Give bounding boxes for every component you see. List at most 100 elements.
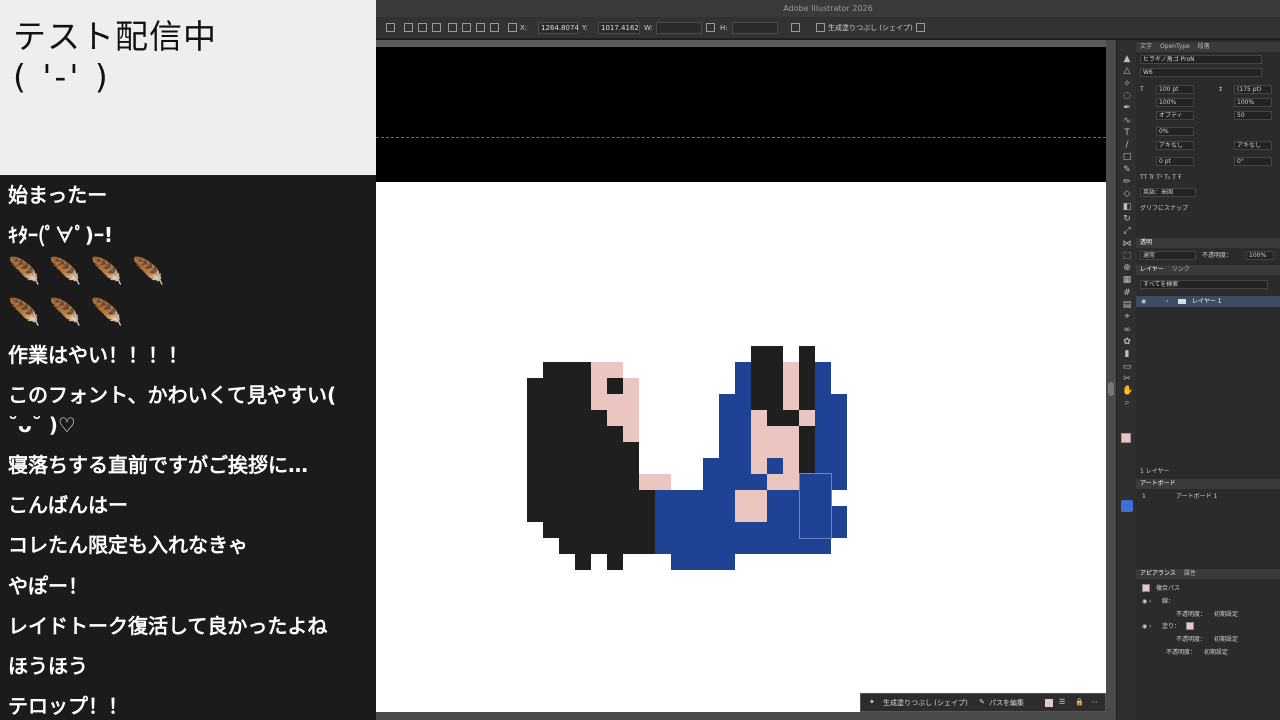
aki-right-field[interactable]: アキなし: [1234, 141, 1272, 150]
symbol-tool-icon[interactable]: ✿: [1122, 337, 1132, 347]
wand-icon[interactable]: [916, 23, 925, 32]
tab-layers[interactable]: レイヤー: [1140, 266, 1164, 273]
paintbrush-tool-icon[interactable]: ✎: [1122, 165, 1132, 175]
h-field[interactable]: [732, 22, 778, 34]
generative-icon[interactable]: [1121, 500, 1133, 512]
hand-tool-icon[interactable]: ✋: [1122, 386, 1133, 396]
blend-mode-select[interactable]: 通常: [1140, 251, 1196, 260]
tab-artboards[interactable]: アートボード: [1140, 480, 1176, 487]
more-icon[interactable]: ⋯: [1091, 698, 1098, 706]
vscale-field[interactable]: 100%: [1156, 98, 1194, 107]
eye-icon[interactable]: ◉: [1141, 296, 1146, 307]
transform-icon[interactable]: [386, 23, 395, 32]
language-select[interactable]: 英語：米国: [1140, 188, 1196, 197]
align-middle-icon[interactable]: [476, 23, 485, 32]
float-generative-fill-button[interactable]: 生成塗りつぶし (シェイプ): [883, 698, 968, 708]
eye-icon[interactable]: ◉ ›: [1142, 623, 1152, 631]
align-bottom-icon[interactable]: [490, 23, 499, 32]
font-family-select[interactable]: ヒラギノ角ゴ ProN: [1140, 55, 1262, 64]
menu-icon[interactable]: ☰: [1059, 698, 1065, 706]
artboard-name[interactable]: アートボード 1: [1176, 493, 1217, 501]
leading-field[interactable]: (175 pt): [1234, 85, 1272, 94]
artboard-tool-icon[interactable]: ▭: [1122, 362, 1132, 372]
fill-swatch[interactable]: [1045, 699, 1053, 707]
align-top-icon[interactable]: [462, 23, 471, 32]
opacity-value[interactable]: 初期設定: [1204, 649, 1228, 657]
tab-attributes[interactable]: 属性: [1184, 570, 1196, 577]
line-tool-icon[interactable]: /: [1122, 140, 1132, 150]
shape-mode-icon[interactable]: [791, 23, 800, 32]
link-icon[interactable]: [706, 23, 715, 32]
curvature-tool-icon[interactable]: ∿: [1122, 116, 1132, 126]
hscale-field[interactable]: 100%: [1234, 98, 1272, 107]
edit-path-icon[interactable]: ✎: [979, 698, 985, 706]
magic-wand-tool-icon[interactable]: ✧: [1122, 79, 1132, 89]
align-hcenter-icon[interactable]: [448, 23, 457, 32]
pixel-art-illustration[interactable]: [511, 346, 847, 570]
y-field[interactable]: 1017.4162: [598, 22, 640, 34]
shaper-tool-icon[interactable]: ◇: [1122, 189, 1132, 199]
free-transform-tool-icon[interactable]: ⬚: [1122, 251, 1132, 261]
scroll-thumb[interactable]: [1108, 382, 1114, 396]
selection-bounding-box[interactable]: [799, 473, 832, 539]
tab-paragraph[interactable]: 段落: [1198, 43, 1210, 50]
type-tool-icon[interactable]: T: [1122, 128, 1132, 138]
generative-fill-icon[interactable]: ✦: [869, 698, 875, 706]
layer-row[interactable]: ◉ › レイヤー 1: [1136, 296, 1280, 307]
eyedropper-tool-icon[interactable]: ⌖: [1122, 312, 1132, 322]
slice-tool-icon[interactable]: ✂: [1122, 374, 1132, 384]
baseline-field[interactable]: 0 pt: [1156, 157, 1194, 166]
width-tool-icon[interactable]: ⋈: [1122, 239, 1132, 249]
horizontal-scrollbar[interactable]: [376, 712, 1116, 720]
edit-path-button[interactable]: パスを編集: [989, 698, 1024, 708]
aki-left-field[interactable]: アキなし: [1156, 141, 1194, 150]
eye-icon[interactable]: ◉ ›: [1142, 598, 1152, 606]
lock-icon[interactable]: 🔒: [1075, 698, 1084, 706]
scale-tool-icon[interactable]: ⤢: [1122, 226, 1132, 236]
canvas-area[interactable]: ✦ 生成塗りつぶし (シェイプ) ✎ パスを編集 ☰ 🔒 ⋯: [376, 40, 1116, 720]
rectangle-tool-icon[interactable]: □: [1122, 152, 1132, 162]
x-field[interactable]: 1264.8074: [538, 22, 579, 34]
reference-point-icon[interactable]: [508, 23, 517, 32]
zoom-tool-icon[interactable]: ⌕: [1122, 398, 1132, 408]
layer-name[interactable]: レイヤー 1: [1192, 296, 1222, 307]
graph-tool-icon[interactable]: ▮: [1122, 349, 1132, 359]
perspective-tool-icon[interactable]: ▦: [1122, 275, 1132, 285]
generative-fill-icon[interactable]: [816, 23, 825, 32]
shape-builder-tool-icon[interactable]: ⊕: [1122, 263, 1132, 273]
tab-links[interactable]: リンク: [1172, 266, 1190, 273]
tab-transparency[interactable]: 透明: [1140, 239, 1152, 246]
font-size-field[interactable]: 100 pt: [1156, 85, 1194, 94]
fill-color-swatch[interactable]: [1121, 433, 1131, 443]
blend-tool-icon[interactable]: ∞: [1122, 325, 1132, 335]
kerning-field[interactable]: オプティ: [1156, 111, 1194, 120]
pencil-tool-icon[interactable]: ✏: [1122, 177, 1132, 187]
eraser-tool-icon[interactable]: ◧: [1122, 202, 1132, 212]
align-left-icon[interactable]: [404, 23, 413, 32]
type-style-buttons[interactable]: TT Tr T¹ T₁ T Ŧ: [1140, 174, 1181, 182]
align-center-icon[interactable]: [418, 23, 427, 32]
opacity-field[interactable]: 100%: [1246, 251, 1274, 260]
tab-character[interactable]: 文字: [1140, 43, 1152, 50]
vertical-scrollbar[interactable]: [1106, 40, 1116, 712]
rotate-tool-icon[interactable]: ↻: [1122, 214, 1132, 224]
lasso-tool-icon[interactable]: ◌: [1122, 91, 1132, 101]
opacity-value[interactable]: 初期設定: [1214, 611, 1238, 619]
selection-tool-icon[interactable]: ▲: [1122, 54, 1132, 64]
artboard[interactable]: [376, 182, 1106, 712]
mesh-tool-icon[interactable]: #: [1122, 288, 1132, 298]
w-field[interactable]: [656, 22, 702, 34]
rotation-field[interactable]: 0°: [1234, 157, 1272, 166]
pen-tool-icon[interactable]: ✒: [1122, 103, 1132, 113]
tab-opentype[interactable]: OpenType: [1160, 43, 1190, 50]
tab-appearance[interactable]: アピアランス: [1140, 570, 1176, 577]
expand-chevron-icon[interactable]: ›: [1166, 296, 1168, 307]
appearance-fill-swatch[interactable]: [1186, 622, 1194, 630]
direct-select-tool-icon[interactable]: △: [1122, 66, 1132, 76]
font-style-select[interactable]: W6: [1140, 68, 1262, 77]
tracking-field[interactable]: 50: [1234, 111, 1272, 120]
opacity-value[interactable]: 初期設定: [1214, 636, 1238, 644]
align-right-icon[interactable]: [432, 23, 441, 32]
tsume-field[interactable]: 0%: [1156, 127, 1194, 136]
generative-fill-button[interactable]: 生成塗りつぶし (シェイプ): [828, 22, 913, 34]
